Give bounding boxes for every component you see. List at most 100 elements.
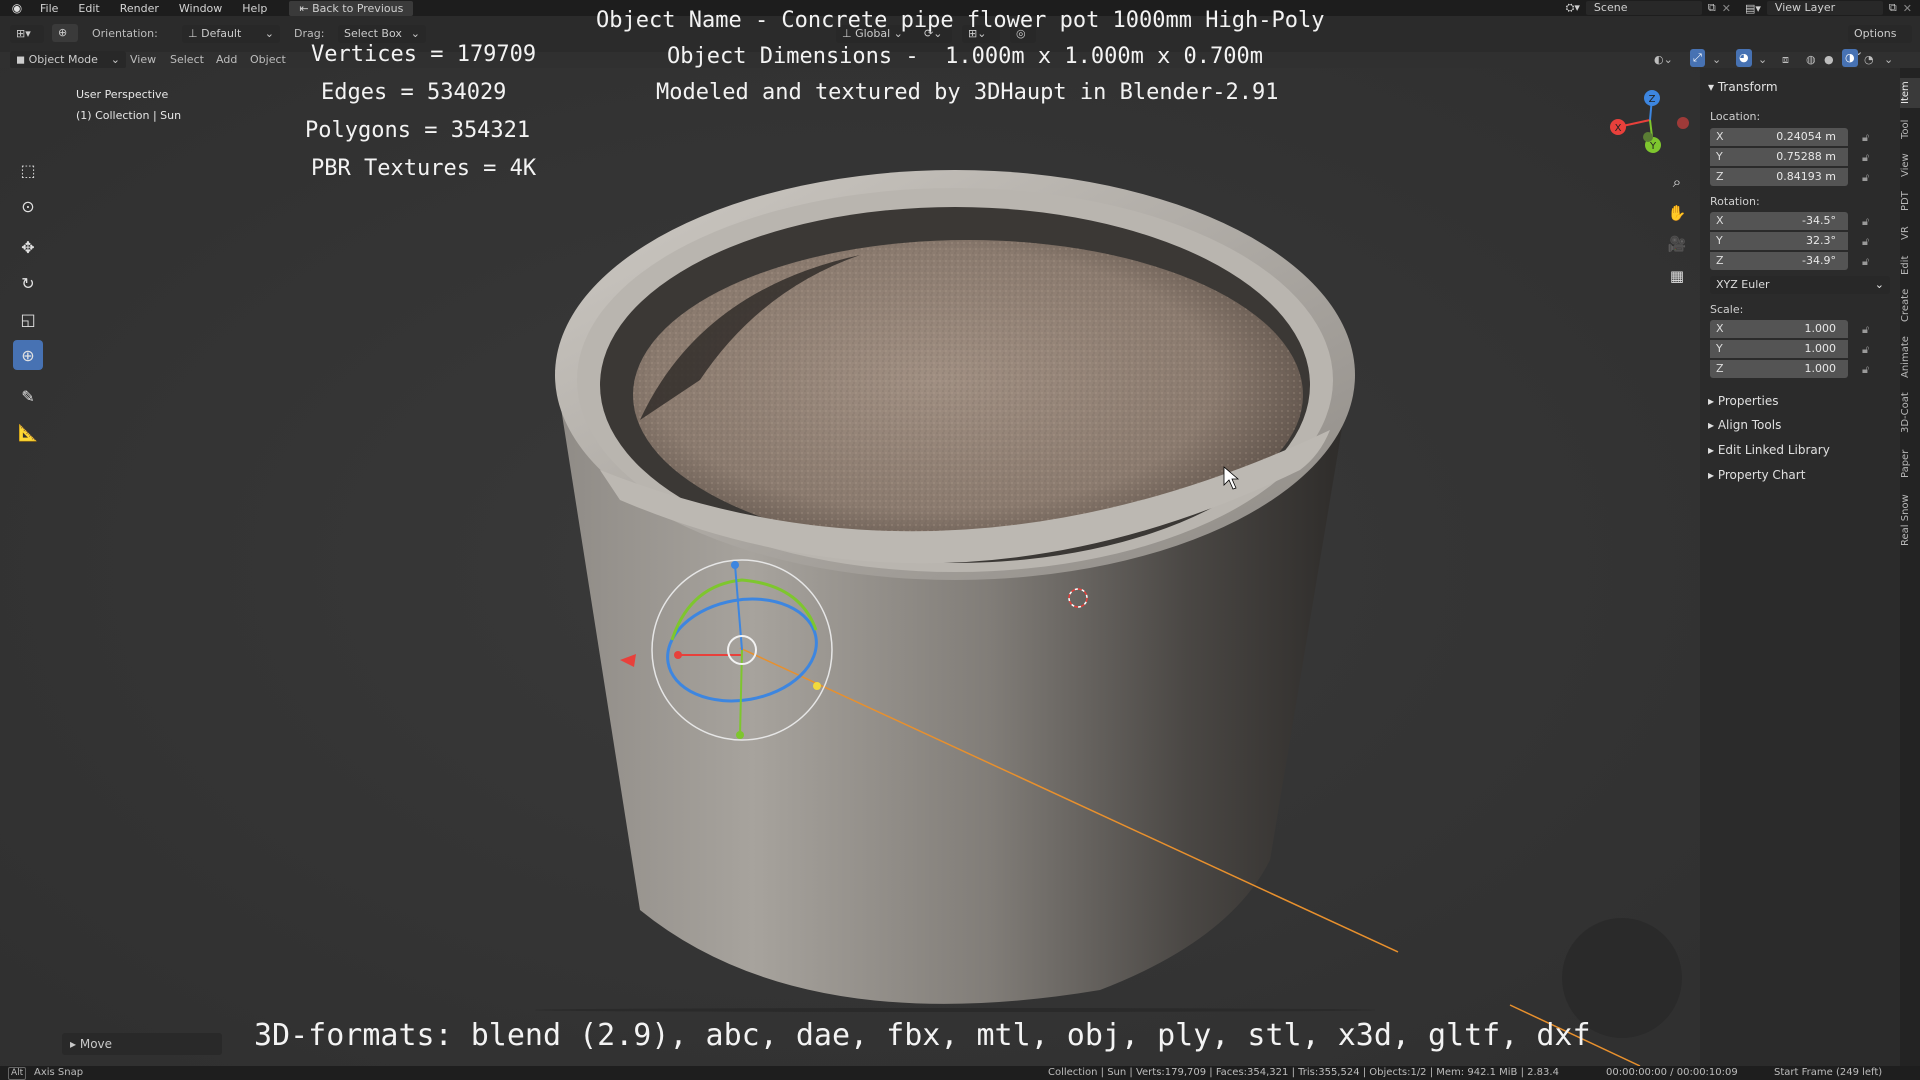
cursor-tool-icon[interactable]: ⊙ — [13, 191, 43, 221]
lock-icon[interactable]: 🔓︎ — [1862, 344, 1874, 356]
delete-view-layer-icon[interactable]: ✕ — [1903, 2, 1912, 15]
scene-field[interactable]: Scene — [1585, 1, 1702, 15]
tab-paper[interactable]: Paper — [1900, 444, 1920, 484]
menu-render[interactable]: Render — [110, 2, 169, 15]
tab-pdt[interactable]: PDT — [1900, 186, 1920, 216]
tab-real-snow[interactable]: Real Snow — [1900, 490, 1920, 550]
menu-help[interactable]: Help — [232, 2, 277, 15]
back-to-previous-button[interactable]: ⇤ Back to Previous — [289, 0, 414, 16]
measure-tool-icon[interactable]: 📐 — [13, 417, 43, 447]
zoom-icon[interactable]: ⌕ — [1663, 168, 1691, 196]
axis-label: Y — [1716, 342, 1723, 355]
material-preview-shading-icon[interactable]: ◑ — [1842, 49, 1858, 67]
location-x-field[interactable]: X 0.24054 m — [1710, 128, 1848, 146]
rotation-z-field[interactable]: Z -34.9° — [1710, 252, 1848, 270]
transform-panel-header[interactable]: ▾ Transform — [1708, 80, 1778, 94]
tab-item[interactable]: Item — [1900, 78, 1920, 108]
xray-toggle-icon[interactable]: ⧈ — [1782, 51, 1789, 69]
overlays-toggle-icon[interactable]: ◕ — [1736, 49, 1752, 67]
annotate-tool-icon[interactable]: ✎ — [13, 381, 43, 411]
move-tool-icon[interactable]: ✥ — [13, 232, 43, 262]
mode-dropdown[interactable]: ◼ Object Mode ⌄ — [10, 51, 126, 69]
menu-file[interactable]: File — [30, 2, 68, 15]
rotate-tool-icon[interactable]: ↻ — [13, 268, 43, 298]
lock-icon[interactable]: 🔓︎ — [1862, 152, 1874, 164]
options-label: Options — [1854, 27, 1897, 40]
align-tools-subpanel[interactable]: ▸ Align Tools — [1708, 418, 1781, 432]
rotation-x-value: -34.5° — [1802, 214, 1836, 227]
active-tool-icon[interactable]: ⊕ — [52, 24, 78, 42]
scale-z-field[interactable]: Z 1.000 — [1710, 360, 1848, 378]
tab-create[interactable]: Create — [1900, 284, 1920, 326]
rendered-shading-icon[interactable]: ◔ — [1864, 51, 1874, 69]
options-dropdown[interactable]: Options ⌄ — [1848, 25, 1912, 58]
menu-view[interactable]: View — [130, 51, 156, 69]
axis-label: Z — [1716, 254, 1724, 267]
gizmo-dropdown-icon[interactable]: ⌄ — [1712, 51, 1721, 69]
edit-linked-library-subpanel[interactable]: ▸ Edit Linked Library — [1708, 443, 1830, 457]
transform-tool-icon[interactable]: ⊕ — [13, 340, 43, 370]
rotation-mode-dropdown[interactable]: XYZ Euler ⌄ — [1710, 276, 1890, 294]
orientation-label: Orientation: — [92, 27, 158, 40]
lock-icon[interactable]: 🔓︎ — [1862, 364, 1874, 376]
menu-add[interactable]: Add — [216, 51, 237, 69]
lock-icon[interactable]: 🔓︎ — [1862, 236, 1874, 248]
select-box-tool-icon[interactable]: ⬚ — [13, 155, 43, 185]
tab-view[interactable]: View — [1900, 150, 1920, 180]
wireframe-shading-icon[interactable]: ◍ — [1806, 51, 1816, 69]
collection-label: (1) Collection | Sun — [76, 109, 182, 122]
tab-tool[interactable]: Tool — [1900, 114, 1920, 144]
delete-scene-icon[interactable]: ✕ — [1722, 2, 1731, 15]
editor-type-dropdown[interactable]: ⊞▾ — [10, 25, 44, 43]
location-z-field[interactable]: Z 0.84193 m — [1710, 168, 1848, 186]
lock-icon[interactable]: 🔓︎ — [1862, 324, 1874, 336]
solid-shading-icon[interactable]: ● — [1824, 51, 1834, 69]
lock-icon[interactable]: 🔓︎ — [1862, 256, 1874, 268]
menu-object[interactable]: Object — [250, 51, 286, 69]
scale-x-field[interactable]: X 1.000 — [1710, 320, 1848, 338]
visibility-icon[interactable]: ◐⌄ — [1654, 51, 1673, 69]
orientation-dropdown[interactable]: ⊥ Default ⌄ — [182, 25, 280, 43]
new-view-layer-icon[interactable]: ⧉ — [1889, 1, 1897, 15]
rotation-y-field[interactable]: Y 32.3° — [1710, 232, 1848, 250]
blender-logo-icon[interactable]: ◉ — [10, 1, 24, 15]
sidebar-n-panel: ▾ Transform Location: X 0.24054 m Y 0.7528… — [1700, 68, 1900, 1066]
tab-edit[interactable]: Edit — [1900, 252, 1920, 278]
tab-vr[interactable]: VR — [1900, 220, 1920, 246]
lock-icon[interactable]: 🔓︎ — [1862, 132, 1874, 144]
axis-label: Z — [1716, 362, 1724, 375]
new-scene-icon[interactable]: ⧉ — [1708, 1, 1716, 15]
menu-window[interactable]: Window — [169, 2, 232, 15]
location-y-field[interactable]: Y 0.75288 m — [1710, 148, 1848, 166]
transform-title: Transform — [1717, 80, 1778, 94]
view-layer-field[interactable]: View Layer — [1766, 1, 1883, 15]
scale-y-field[interactable]: Y 1.000 — [1710, 340, 1848, 358]
lock-icon[interactable]: 🔓︎ — [1862, 216, 1874, 228]
scale-y-value: 1.000 — [1804, 342, 1837, 355]
lock-icon[interactable]: 🔓︎ — [1862, 172, 1874, 184]
ortho-grid-icon[interactable]: ▦ — [1663, 262, 1691, 290]
menu-edit[interactable]: Edit — [68, 2, 109, 15]
overlays-dropdown-icon[interactable]: ⌄ — [1758, 51, 1767, 69]
properties-subpanel[interactable]: ▸ Properties — [1708, 394, 1779, 408]
tab-animate[interactable]: Animate — [1900, 332, 1920, 382]
camera-view-icon[interactable]: 🎥 — [1663, 230, 1691, 258]
location-y-value: 0.75288 m — [1776, 150, 1836, 163]
axis-label: Y — [1716, 234, 1723, 247]
status-bar: Alt Axis Snap Collection | Sun | Verts:1… — [0, 1066, 1920, 1080]
rotation-x-field[interactable]: X -34.5° — [1710, 212, 1848, 230]
view-layer-icon[interactable]: ▤▾ — [1745, 2, 1761, 15]
vertices-count: Vertices = 179709 — [311, 42, 537, 67]
last-operator-panel[interactable]: ▸ Move — [62, 1033, 222, 1055]
gizmo-toggle-icon[interactable]: ⤢ — [1690, 49, 1705, 67]
scene-icon[interactable]: ⛭▾ — [1566, 1, 1580, 15]
scale-tool-icon[interactable]: ◱ — [13, 304, 43, 334]
tab-3d-coat[interactable]: 3D-Coat — [1900, 388, 1920, 438]
shading-dropdown-icon[interactable]: ⌄ — [1884, 51, 1893, 69]
property-chart-subpanel[interactable]: ▸ Property Chart — [1708, 468, 1805, 482]
pan-hand-icon[interactable]: ✋ — [1663, 199, 1691, 227]
drag-dropdown[interactable]: Select Box ⌄ — [338, 25, 426, 43]
menu-select[interactable]: Select — [170, 51, 204, 69]
axis-snap-hint: Axis Snap — [34, 1067, 84, 1078]
3d-viewport[interactable]: X Z Y ⬚ ⊙ ✥ ↻ ◱ ⊕ ✎ 📐 User Perspective (… — [0, 68, 1700, 1066]
